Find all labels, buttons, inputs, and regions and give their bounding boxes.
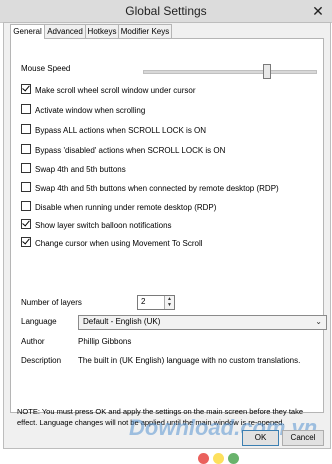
description-value: The built in (UK English) language with … — [78, 356, 301, 365]
checkbox-label: Bypass ALL actions when SCROLL LOCK is O… — [35, 126, 207, 135]
checkbox-swap-buttons-rdp[interactable]: Swap 4th and 5th buttons when connected … — [21, 182, 279, 194]
checkbox-bypass-all[interactable]: Bypass ALL actions when SCROLL LOCK is O… — [21, 124, 206, 136]
layers-label: Number of layers — [21, 298, 82, 307]
cancel-button[interactable]: Cancel — [282, 430, 324, 446]
checkbox-label: Swap 4th and 5th buttons — [35, 165, 126, 174]
checkbox-label: Change cursor when using Movement To Scr… — [35, 239, 203, 248]
checkbox-label: Bypass 'disabled' actions when SCROLL LO… — [35, 146, 226, 155]
dialog-body: General Advanced Hotkeys Modifier Keys M… — [3, 22, 331, 464]
close-icon[interactable]: ✕ — [310, 3, 326, 19]
window-title: Global Settings — [125, 4, 207, 18]
mouse-speed-slider-track[interactable] — [143, 70, 317, 74]
checkbox-disable-rdp[interactable]: Disable when running under remote deskto… — [21, 201, 216, 213]
checkbox-bypass-disabled[interactable]: Bypass 'disabled' actions when SCROLL LO… — [21, 144, 225, 156]
checkbox-icon[interactable] — [21, 144, 31, 154]
checkbox-icon[interactable] — [21, 201, 31, 211]
language-selected-value: Default - English (UK) — [83, 317, 161, 326]
stepper-arrows[interactable]: ▲ ▼ — [164, 296, 174, 309]
watermark-dot-red — [198, 453, 209, 464]
checkbox-icon[interactable] — [21, 163, 31, 173]
checkbox-label: Swap 4th and 5th buttons when connected … — [35, 184, 279, 193]
chevron-down-icon[interactable]: ⌄ — [315, 317, 322, 326]
checkbox-icon[interactable] — [21, 104, 31, 114]
layers-stepper[interactable]: 2 ▲ ▼ — [137, 295, 175, 310]
title-bar: Global Settings ✕ — [0, 0, 332, 23]
ok-button[interactable]: OK — [242, 430, 279, 446]
stepper-down-icon[interactable]: ▼ — [165, 302, 174, 308]
checkbox-scroll-under-cursor[interactable]: Make scroll wheel scroll window under cu… — [21, 84, 196, 96]
watermark-dot-green — [228, 453, 239, 464]
checkbox-change-cursor[interactable]: Change cursor when using Movement To Scr… — [21, 237, 203, 249]
language-label: Language — [21, 317, 57, 326]
author-label: Author — [21, 337, 45, 346]
checkbox-activate-window[interactable]: Activate window when scrolling — [21, 104, 145, 116]
checkbox-icon[interactable] — [21, 219, 31, 229]
author-value: Phillip Gibbons — [78, 337, 132, 346]
checkbox-icon[interactable] — [21, 182, 31, 192]
tab-hotkeys[interactable]: Hotkeys — [85, 24, 119, 38]
checkbox-label: Activate window when scrolling — [35, 106, 146, 115]
checkbox-icon[interactable] — [21, 84, 31, 94]
tab-modifier-keys[interactable]: Modifier Keys — [118, 24, 172, 38]
checkbox-swap-buttons[interactable]: Swap 4th and 5th buttons — [21, 163, 126, 175]
checkbox-icon[interactable] — [21, 237, 31, 247]
general-panel: Mouse Speed Make scroll wheel scroll win… — [10, 38, 327, 413]
tab-general[interactable]: General — [10, 24, 45, 39]
language-select[interactable]: Default - English (UK) ⌄ — [78, 315, 327, 330]
watermark-dot-yellow — [213, 453, 224, 464]
checkbox-icon[interactable] — [21, 124, 31, 134]
checkbox-balloon-notifications[interactable]: Show layer switch balloon notifications — [21, 219, 172, 231]
layers-value[interactable]: 2 — [141, 297, 145, 306]
description-label: Description — [21, 356, 62, 365]
checkbox-label: Make scroll wheel scroll window under cu… — [35, 86, 196, 95]
checkbox-label: Show layer switch balloon notifications — [35, 221, 172, 230]
mouse-speed-label: Mouse Speed — [21, 64, 71, 73]
mouse-speed-slider-thumb[interactable] — [262, 64, 271, 79]
tab-advanced[interactable]: Advanced — [44, 24, 86, 38]
checkbox-label: Disable when running under remote deskto… — [35, 203, 217, 212]
